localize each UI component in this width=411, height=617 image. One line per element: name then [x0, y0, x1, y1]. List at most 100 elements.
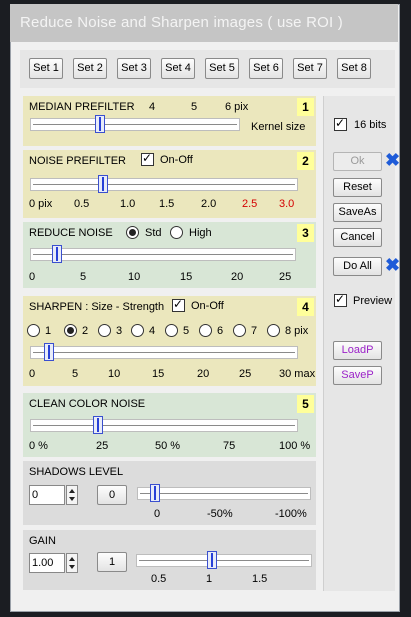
gain-slider[interactable]: [136, 551, 312, 569]
sharpen-tick: 25: [239, 368, 252, 380]
set-7-button[interactable]: Set 7: [293, 58, 327, 79]
sharpen-title: SHARPEN : Size - Strength: [29, 301, 165, 313]
section-number-1: 1: [297, 98, 314, 116]
sharpen-slider-thumb[interactable]: [43, 343, 54, 361]
reset-button[interactable]: Reset: [333, 178, 382, 197]
sharpen-tick: 0: [29, 368, 36, 380]
clean-tick: 0 %: [29, 440, 48, 452]
reduce-tick: 10: [128, 271, 141, 283]
sharpen-slider[interactable]: [30, 343, 298, 361]
gain-reset-button[interactable]: 1: [97, 552, 127, 572]
section-number-4: 4: [297, 298, 314, 316]
gain-tick: 1.5: [252, 573, 268, 585]
spin-up-icon[interactable]: [69, 489, 75, 493]
shadows-slider[interactable]: [137, 484, 311, 502]
high-label: High: [189, 227, 212, 239]
median-prefilter-panel: MEDIAN PREFILTER 1 4 5 6 pix Kernel size: [23, 96, 316, 146]
median-tick-6: 6 pix: [225, 101, 249, 113]
noise-slider-thumb[interactable]: [97, 175, 108, 193]
clean-slider-thumb[interactable]: [92, 416, 103, 434]
close-x-icon[interactable]: ✖: [385, 255, 400, 276]
cancel-button[interactable]: Cancel: [333, 228, 382, 247]
set-5-button[interactable]: Set 5: [205, 58, 239, 79]
sharpen-size-radio-3[interactable]: [98, 324, 111, 337]
reduce-tick: 20: [231, 271, 244, 283]
gain-panel: GAIN 1.00 1 0.5 1 1.5: [23, 530, 316, 590]
gain-tick: 1: [206, 573, 213, 585]
shadows-spinner[interactable]: [66, 485, 78, 505]
sharpen-panel: SHARPEN : Size - Strength 4 On-Off 1 2 3 4 5…: [23, 296, 316, 386]
sharpen-tick: 20: [197, 368, 210, 380]
gain-spinner[interactable]: [66, 553, 78, 573]
window-title: Reduce Noise and Sharpen images ( use RO…: [20, 14, 343, 31]
sharpen-size-radio-6[interactable]: [199, 324, 212, 337]
reduce-noise-panel: REDUCE NOISE 3 Std High 0 5 10 15 20 25: [23, 222, 316, 288]
set-6-button[interactable]: Set 6: [249, 58, 283, 79]
sharpen-size-radio-4[interactable]: [131, 324, 144, 337]
noise-tick: 1.0: [120, 198, 136, 210]
sharpen-size-radio-1[interactable]: [27, 324, 40, 337]
shadows-input[interactable]: 0: [29, 485, 65, 505]
sharpen-tick: 30 max: [279, 368, 316, 380]
bits-label: 16 bits: [354, 119, 387, 131]
noise-slider[interactable]: [30, 175, 298, 193]
set-8-button[interactable]: Set 8: [337, 58, 371, 79]
std-label: Std: [145, 227, 162, 239]
clean-tick: 50 %: [155, 440, 181, 452]
sharpen-size-label: 4: [149, 325, 156, 337]
set-3-button[interactable]: Set 3: [117, 58, 151, 79]
reduce-tick: 15: [180, 271, 193, 283]
sharpen-onoff-checkbox[interactable]: [172, 297, 185, 312]
do-all-button[interactable]: Do All: [333, 257, 382, 276]
clean-slider[interactable]: [30, 416, 298, 434]
preview-checkbox[interactable]: [334, 292, 347, 307]
std-radio[interactable]: [126, 226, 139, 239]
savep-button[interactable]: SaveP: [333, 366, 382, 385]
gain-input[interactable]: 1.00: [29, 553, 65, 573]
set-2-button[interactable]: Set 2: [73, 58, 107, 79]
reduce-tick: 25: [279, 271, 292, 283]
median-title: MEDIAN PREFILTER: [29, 101, 135, 113]
shadows-slider-thumb[interactable]: [150, 484, 161, 502]
gain-slider-thumb[interactable]: [206, 551, 217, 569]
close-x-icon[interactable]: ✖: [385, 150, 400, 171]
bits-checkbox[interactable]: [334, 116, 347, 131]
shadows-title: SHADOWS LEVEL: [29, 466, 124, 478]
set-1-button[interactable]: Set 1: [29, 58, 63, 79]
median-tick-5: 5: [191, 101, 198, 113]
saveas-button[interactable]: SaveAs: [333, 203, 382, 222]
spin-down-icon[interactable]: [69, 497, 75, 501]
shadows-tick: 0: [154, 508, 161, 520]
reduce-tick: 0: [29, 271, 36, 283]
median-slider-thumb[interactable]: [94, 115, 105, 133]
sharpen-size-radio-5[interactable]: [165, 324, 178, 337]
noise-onoff-checkbox[interactable]: [141, 151, 154, 166]
noise-tick: 0.5: [74, 198, 90, 210]
sharpen-size-radio-7[interactable]: [233, 324, 246, 337]
section-number-2: 2: [297, 152, 314, 170]
noise-title: NOISE PREFILTER: [29, 155, 126, 167]
sharpen-tick: 15: [152, 368, 165, 380]
set-4-button[interactable]: Set 4: [161, 58, 195, 79]
loadp-button[interactable]: LoadP: [333, 341, 382, 360]
kernel-size-label: Kernel size: [251, 121, 306, 133]
ok-button[interactable]: Ok: [333, 152, 382, 171]
sharpen-size-label: 2: [82, 325, 89, 337]
reduce-slider[interactable]: [30, 245, 296, 263]
spin-down-icon[interactable]: [69, 565, 75, 569]
gain-title: GAIN: [29, 535, 56, 547]
sharpen-size-radio-2[interactable]: [64, 324, 77, 337]
reduce-slider-thumb[interactable]: [52, 245, 63, 263]
section-number-5: 5: [297, 395, 314, 413]
title-bar[interactable]: Reduce Noise and Sharpen images ( use RO…: [10, 4, 398, 42]
spin-up-icon[interactable]: [69, 557, 75, 561]
noise-tick: 2.0: [201, 198, 217, 210]
median-slider[interactable]: [30, 115, 240, 133]
shadows-reset-button[interactable]: 0: [97, 485, 127, 505]
sharpen-size-label: 5: [183, 325, 190, 337]
shadows-tick: -100%: [275, 508, 307, 520]
clean-title: CLEAN COLOR NOISE: [29, 398, 146, 410]
section-number-3: 3: [297, 224, 314, 242]
high-radio[interactable]: [170, 226, 183, 239]
sharpen-size-radio-8[interactable]: [267, 324, 280, 337]
